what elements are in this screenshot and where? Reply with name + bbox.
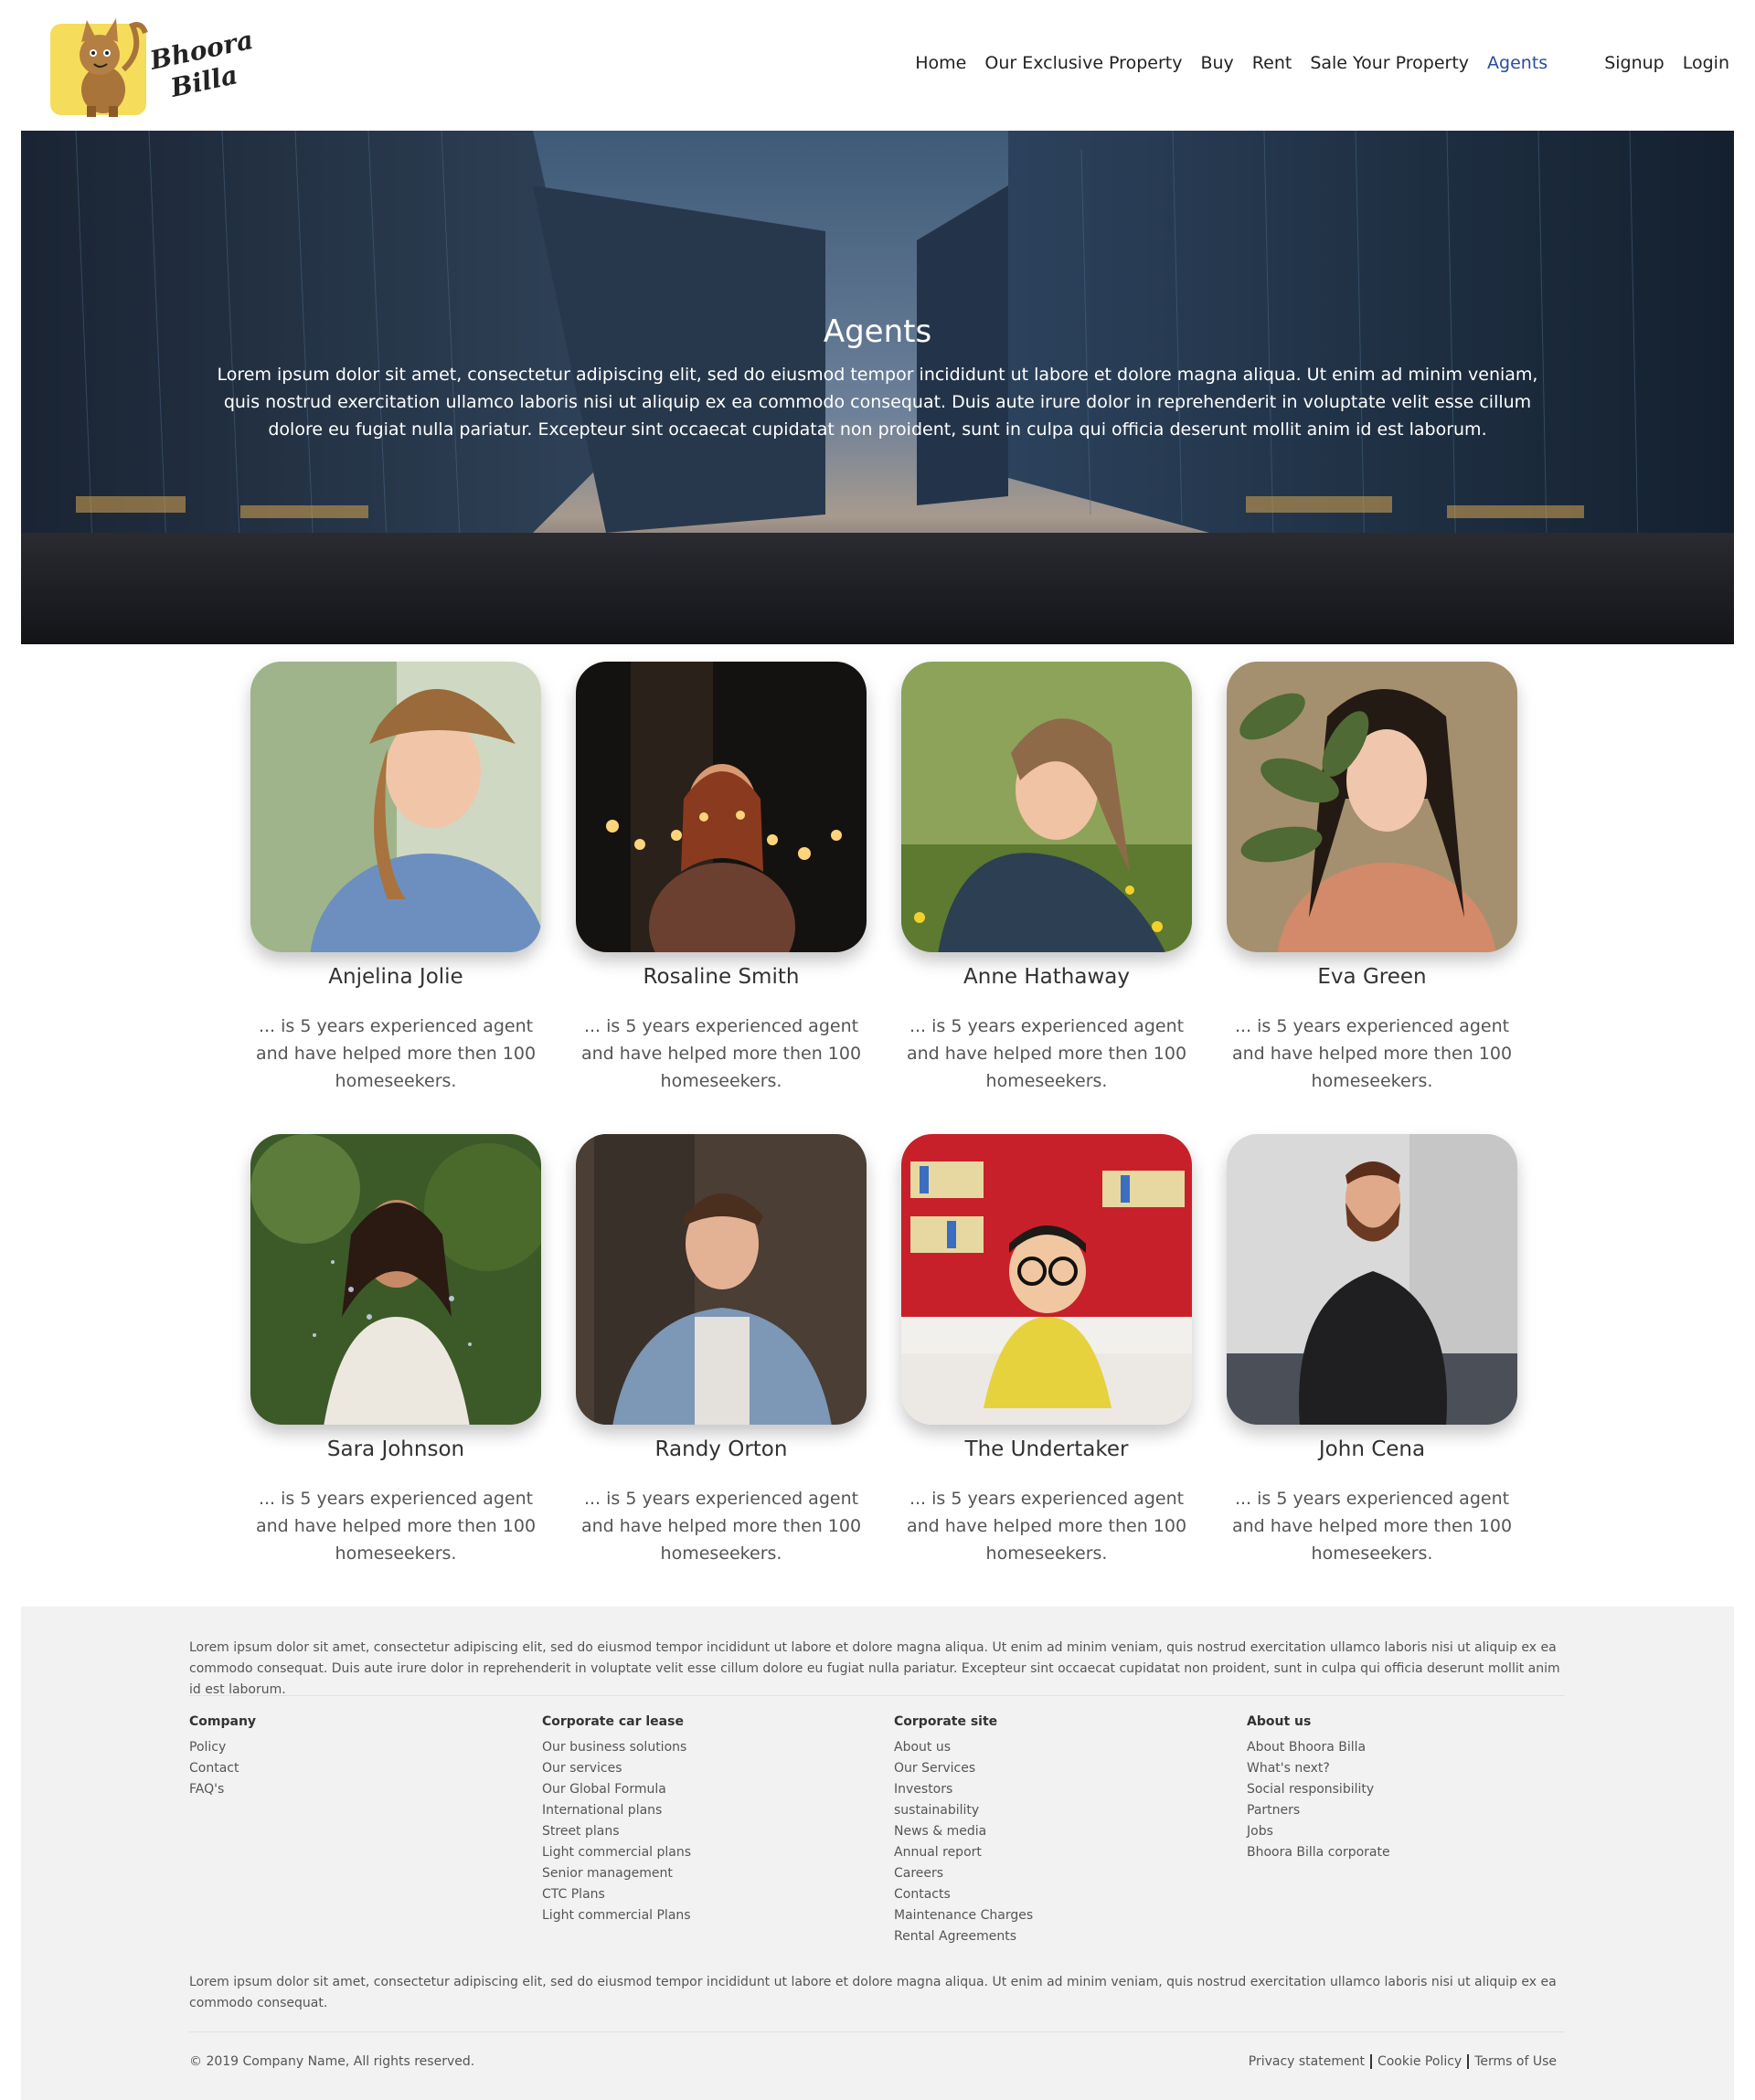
brand-logo[interactable]: Bhoora Billa [50,15,256,120]
agent-photo[interactable] [576,662,867,952]
footer-column-title: Company [189,1714,257,1729]
brand-wordmark: Bhoora Billa [147,25,262,107]
footer-link[interactable]: Investors [894,1779,1223,1800]
agent-card[interactable]: Rosaline Smith ... is 5 years experience… [558,662,884,1095]
footer-link[interactable]: Partners [1247,1800,1576,1821]
agent-photo[interactable] [901,1134,1192,1425]
footer-column-company: Company Policy Contact FAQ's [189,1714,518,1800]
footer-link[interactable]: What's next? [1247,1758,1576,1779]
nav-agents[interactable]: Agents [1487,53,1548,73]
terms-of-use-link[interactable]: Terms of Use [1467,2054,1562,2069]
agent-description: ... is 5 years experienced agent and hav… [255,1489,537,1564]
nav-buy[interactable]: Buy [1200,53,1233,73]
agent-name: Rosaline Smith [643,965,800,989]
footer-link[interactable]: Contacts [894,1884,1223,1905]
agent-photo[interactable] [1227,1134,1517,1425]
agent-name: Eva Green [1317,965,1427,989]
signup-link[interactable]: Signup [1604,53,1665,73]
footer-link[interactable]: Annual report [894,1842,1223,1863]
footer-link[interactable]: Jobs [1247,1821,1576,1842]
footer-link[interactable]: Contact [189,1758,518,1779]
agent-description: ... is 5 years experienced agent and hav… [1231,1489,1513,1564]
footer-column-corporate-site: Corporate site About us Our Services Inv… [894,1714,1223,1947]
footer-link[interactable]: Light commercial Plans [542,1905,871,1926]
agent-card[interactable]: John Cena ... is 5 years experienced age… [1209,1134,1535,1567]
agent-name: Sara Johnson [326,1437,465,1461]
agent-photo[interactable] [250,1134,541,1425]
agent-description: ... is 5 years experienced agent and hav… [580,1489,862,1564]
nav-home[interactable]: Home [915,53,966,73]
agent-name: Randy Orton [654,1437,788,1461]
copyright: © 2019 Company Name, All rights reserved… [189,2054,475,2069]
footer-column-corporate-car-lease: Corporate car lease Our business solutio… [542,1714,871,1926]
agent-card[interactable]: Randy Orton ... is 5 years experienced a… [558,1134,884,1567]
agent-photo[interactable] [901,662,1192,952]
footer-link[interactable]: News & media [894,1821,1223,1842]
agent-description: ... is 5 years experienced agent and hav… [906,1016,1187,1091]
agent-card[interactable]: Anne Hathaway ... is 5 years experienced… [884,662,1209,1095]
footer-link[interactable]: About us [894,1737,1223,1758]
agent-photo[interactable] [576,1134,867,1425]
footer-link[interactable]: sustainability [894,1800,1223,1821]
agent-description: ... is 5 years experienced agent and hav… [580,1016,862,1091]
footer-divider [189,2031,1565,2032]
agent-card[interactable]: Sara Johnson ... is 5 years experienced … [233,1134,558,1567]
agent-name: Anne Hathaway [963,965,1130,989]
footer-intro: Lorem ipsum dolor sit amet, consectetur … [189,1640,1560,1697]
legal-links: Privacy statement Cookie Policy Terms of… [1243,2054,1562,2069]
footer-column-title: Corporate site [894,1714,998,1729]
agent-description: ... is 5 years experienced agent and hav… [906,1489,1187,1564]
footer-link[interactable]: Light commercial plans [542,1842,871,1863]
footer-divider [189,1695,1565,1696]
footer-link[interactable]: Maintenance Charges [894,1905,1223,1926]
footer-column-about-us: About us About Bhoora Billa What's next?… [1247,1714,1576,1863]
login-link[interactable]: Login [1683,53,1729,73]
footer-column-title: Corporate car lease [542,1714,684,1729]
agent-photo[interactable] [1227,662,1517,952]
agent-name: John Cena [1318,1437,1426,1461]
footer-link[interactable]: Our Global Formula [542,1779,871,1800]
agent-card[interactable]: Eva Green ... is 5 years experienced age… [1209,662,1535,1095]
footer-column-title: About us [1247,1714,1312,1729]
footer-link[interactable]: About Bhoora Billa [1247,1737,1576,1758]
footer-note: Lorem ipsum dolor sit amet, consectetur … [189,1975,1557,2010]
footer-link[interactable]: Our services [542,1758,871,1779]
footer-link[interactable]: Bhoora Billa corporate [1247,1842,1576,1863]
agent-name: Anjelina Jolie [328,965,463,989]
footer-link[interactable]: Rental Agreements [894,1926,1223,1947]
nav-exclusive-property[interactable]: Our Exclusive Property [984,53,1182,73]
footer-link[interactable]: Senior management [542,1863,871,1884]
agent-card[interactable]: Anjelina Jolie ... is 5 years experience… [233,662,558,1095]
footer-link[interactable]: CTC Plans [542,1884,871,1905]
cookie-policy-link[interactable]: Cookie Policy [1369,2054,1467,2069]
agent-description: ... is 5 years experienced agent and hav… [1231,1016,1513,1091]
hero-title: Agents [823,313,932,350]
agent-card[interactable]: The Undertaker ... is 5 years experience… [884,1134,1209,1567]
footer-link[interactable]: International plans [542,1800,871,1821]
footer-link[interactable]: Policy [189,1737,518,1758]
privacy-statement-link[interactable]: Privacy statement [1243,2054,1370,2069]
footer-link[interactable]: Street plans [542,1821,871,1842]
footer-link[interactable]: Our Services [894,1758,1223,1779]
footer-link[interactable]: Social responsibility [1247,1779,1576,1800]
agent-description: ... is 5 years experienced agent and hav… [255,1016,537,1091]
hero-description: Lorem ipsum dolor sit amet, consectetur … [217,365,1538,440]
main-nav: Home Our Exclusive Property Buy Rent Sal… [915,53,1729,73]
agent-photo[interactable] [250,662,541,952]
nav-sale-property[interactable]: Sale Your Property [1310,53,1469,73]
site-header: Bhoora Billa Home Our Exclusive Property… [0,0,1755,131]
nav-rent[interactable]: Rent [1252,53,1292,73]
site-footer: Lorem ipsum dolor sit amet, consectetur … [21,1607,1734,2100]
agent-name: The Undertaker [964,1437,1129,1461]
footer-link[interactable]: FAQ's [189,1779,518,1800]
footer-link[interactable]: Careers [894,1863,1223,1884]
nav-spacer [1566,53,1586,73]
cat-mascot-icon [80,18,148,117]
hero-banner: Agents Lorem ipsum dolor sit amet, conse… [21,131,1734,644]
footer-link[interactable]: Our business solutions [542,1737,871,1758]
